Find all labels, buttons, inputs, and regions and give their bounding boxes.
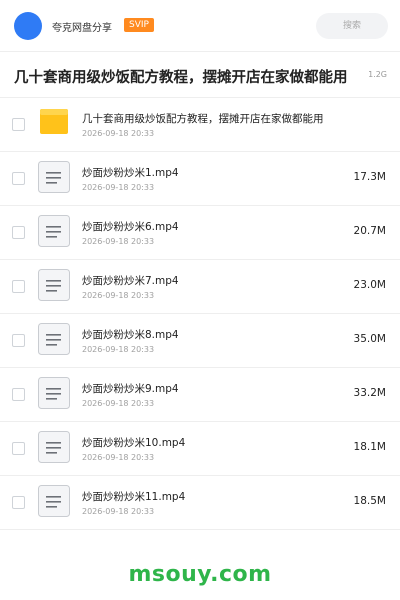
- page-title: 几十套商用级炒饭配方教程，摆摊开店在家做都能用: [14, 70, 348, 86]
- item-date: 2026-09-18 20:33: [82, 129, 155, 138]
- item-name[interactable]: 炒面炒粉炒米10.mp4: [82, 435, 185, 450]
- list-item[interactable]: 炒面炒粉炒米6.mp4 2026-09-18 20:33 20.7M: [0, 206, 400, 260]
- list-item[interactable]: 炒面炒粉炒米9.mp4 2026-09-18 20:33 33.2M: [0, 368, 400, 422]
- watermark-text: msouy.com: [128, 562, 272, 587]
- file-icon: [38, 269, 70, 301]
- list-item[interactable]: 炒面炒粉炒米8.mp4 2026-09-18 20:33 35.0M: [0, 314, 400, 368]
- file-list: 几十套商用级炒饭配方教程，摆摊开店在家做都能用 2026-09-18 20:33 炒…: [0, 98, 400, 530]
- item-name[interactable]: 炒面炒粉炒米7.mp4: [82, 273, 179, 288]
- header: 夸克网盘分享 SVIP: [0, 0, 400, 52]
- item-date: 2026-09-18 20:33: [82, 453, 155, 462]
- select-checkbox[interactable]: [12, 226, 25, 239]
- item-date: 2026-09-18 20:33: [82, 345, 155, 354]
- item-date: 2026-09-18 20:33: [82, 183, 155, 192]
- list-item[interactable]: 炒面炒粉炒米7.mp4 2026-09-18 20:33 23.0M: [0, 260, 400, 314]
- item-size: 17.3M: [353, 171, 386, 183]
- item-date: 2026-09-18 20:33: [82, 399, 155, 408]
- item-size: 18.5M: [353, 495, 386, 507]
- svip-badge: SVIP: [124, 18, 154, 32]
- item-size: 35.0M: [353, 333, 386, 345]
- select-checkbox[interactable]: [12, 496, 25, 509]
- file-icon: [38, 485, 70, 517]
- list-item[interactable]: 炒面炒粉炒米10.mp4 2026-09-18 20:33 18.1M: [0, 422, 400, 476]
- item-date: 2026-09-18 20:33: [82, 291, 155, 300]
- app-name: 夸克网盘分享: [52, 23, 112, 34]
- select-checkbox[interactable]: [12, 118, 25, 131]
- file-icon: [38, 431, 70, 463]
- item-name[interactable]: 炒面炒粉炒米11.mp4: [82, 489, 185, 504]
- item-size: 33.2M: [353, 387, 386, 399]
- avatar[interactable]: [14, 12, 42, 40]
- file-icon: [38, 215, 70, 247]
- item-size: 20.7M: [353, 225, 386, 237]
- list-item[interactable]: 炒面炒粉炒米1.mp4 2026-09-18 20:33 17.3M: [0, 152, 400, 206]
- list-item[interactable]: 炒面炒粉炒米11.mp4 2026-09-18 20:33 18.5M: [0, 476, 400, 530]
- folder-icon: [40, 109, 68, 134]
- item-size: 23.0M: [353, 279, 386, 291]
- file-icon: [38, 377, 70, 409]
- file-icon: [38, 161, 70, 193]
- item-name[interactable]: 炒面炒粉炒米6.mp4: [82, 219, 179, 234]
- item-name[interactable]: 炒面炒粉炒米9.mp4: [82, 381, 179, 396]
- item-name[interactable]: 炒面炒粉炒米1.mp4: [82, 165, 179, 180]
- item-date: 2026-09-18 20:33: [82, 237, 155, 246]
- search-input[interactable]: [316, 13, 388, 39]
- select-checkbox[interactable]: [12, 172, 25, 185]
- select-checkbox[interactable]: [12, 388, 25, 401]
- item-name[interactable]: 炒面炒粉炒米8.mp4: [82, 327, 179, 342]
- file-icon: [38, 323, 70, 355]
- list-item[interactable]: 几十套商用级炒饭配方教程，摆摊开店在家做都能用 2026-09-18 20:33: [0, 98, 400, 152]
- folder-title-row: 几十套商用级炒饭配方教程，摆摊开店在家做都能用 1.2G: [0, 52, 400, 98]
- select-checkbox[interactable]: [12, 334, 25, 347]
- item-date: 2026-09-18 20:33: [82, 507, 155, 516]
- select-checkbox[interactable]: [12, 442, 25, 455]
- select-checkbox[interactable]: [12, 280, 25, 293]
- item-size: 18.1M: [353, 441, 386, 453]
- item-name[interactable]: 几十套商用级炒饭配方教程，摆摊开店在家做都能用: [82, 111, 324, 126]
- folder-size: 1.2G: [368, 70, 387, 79]
